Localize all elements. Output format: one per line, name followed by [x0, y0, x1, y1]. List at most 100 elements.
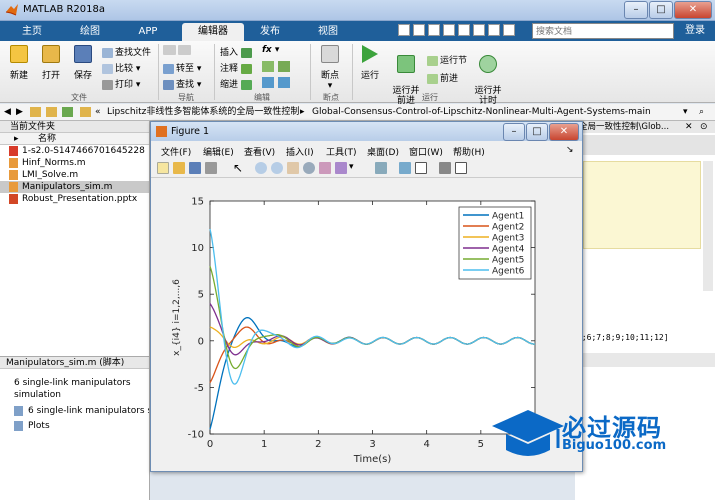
breakpoints-button[interactable]: 断点 ▾: [315, 45, 345, 91]
print-figure-icon[interactable]: [205, 162, 217, 174]
insert-colorbar-icon[interactable]: [399, 162, 411, 174]
path-overflow[interactable]: «: [95, 104, 101, 120]
run-button[interactable]: 运行: [356, 45, 384, 81]
wrap-comment-icon[interactable]: [278, 61, 290, 72]
show-plot-tools-icon[interactable]: [455, 162, 467, 174]
rotate-3d-icon[interactable]: [303, 162, 315, 174]
panel-menu-icon[interactable]: ⊙: [700, 122, 708, 132]
section-breakpoints-label: 断点: [323, 93, 339, 102]
up-folder-icon[interactable]: [30, 107, 41, 117]
dock-arrow-icon[interactable]: ↘: [566, 145, 574, 155]
new-button[interactable]: 新建: [5, 45, 33, 81]
section-item[interactable]: 6 single-link manipulators s: [0, 405, 149, 417]
file-row[interactable]: LMI_Solve.m: [0, 169, 149, 181]
quick-paste-icon[interactable]: [443, 24, 455, 36]
decrease-indent-icon[interactable]: [278, 77, 290, 88]
figure-minimize-button[interactable]: –: [503, 123, 525, 141]
insert-button[interactable]: 插入: [220, 45, 254, 58]
uncomment-icon[interactable]: [262, 61, 274, 72]
quick-copy-icon[interactable]: [428, 24, 440, 36]
file-name: 1-s2.0-S147466701645228: [22, 146, 145, 156]
tab-editor[interactable]: 编辑器: [182, 23, 244, 41]
tab-plots[interactable]: 绘图: [70, 23, 110, 41]
menu-edit[interactable]: 编辑(E): [203, 145, 234, 158]
compare-button[interactable]: 比较 ▾: [102, 61, 140, 74]
legend-label: Agent5: [492, 256, 524, 266]
save-figure-icon[interactable]: [189, 162, 201, 174]
column-header-name[interactable]: ▸ 名称: [0, 133, 149, 145]
chevron-down-icon[interactable]: ▾: [349, 162, 361, 174]
tab-apps[interactable]: APP: [128, 23, 168, 41]
brush-icon[interactable]: [335, 162, 347, 174]
close-button[interactable]: ✕: [674, 1, 712, 19]
chevron-down-icon[interactable]: ▾: [683, 104, 688, 120]
file-row[interactable]: Robust_Presentation.pptx: [0, 193, 149, 205]
search-folder-icon[interactable]: ⌕: [699, 104, 704, 120]
back-arrow-icon[interactable]: ◀: [4, 104, 11, 120]
zoom-in-icon[interactable]: [255, 162, 267, 174]
y-axis-label: x_{i4} i=1,2,...,6: [172, 279, 182, 356]
menu-window[interactable]: 窗口(W): [409, 145, 443, 158]
search-input[interactable]: [532, 23, 674, 39]
tab-publish[interactable]: 发布: [250, 23, 290, 41]
redo-icon[interactable]: [473, 24, 485, 36]
editor-scrollbar[interactable]: [703, 161, 713, 291]
new-figure-icon[interactable]: [157, 162, 169, 174]
login-button[interactable]: 登录: [678, 23, 712, 39]
nav-back-button[interactable]: [163, 45, 193, 56]
maximize-button[interactable]: □: [649, 1, 673, 19]
run-section-button[interactable]: 运行节: [427, 53, 467, 66]
undo-icon[interactable]: [458, 24, 470, 36]
find-button[interactable]: 查找 ▾: [163, 77, 201, 90]
pointer-icon[interactable]: ↖: [233, 162, 245, 174]
file-row[interactable]: Hinf_Norms.m: [0, 157, 149, 169]
increase-indent-icon[interactable]: [262, 77, 274, 88]
open-button[interactable]: 打开: [37, 45, 65, 81]
quick-cut-icon[interactable]: [413, 24, 425, 36]
pan-icon[interactable]: [287, 162, 299, 174]
y-tick-label: -10: [188, 430, 204, 441]
forward-arrow-icon[interactable]: ▶: [16, 104, 23, 120]
legend-label: Agent3: [492, 234, 524, 244]
file-row[interactable]: 1-s2.0-S147466701645228: [0, 145, 149, 157]
insert-function-button[interactable]: fx ▾: [262, 45, 279, 55]
advance-button[interactable]: 前进: [427, 71, 458, 84]
folder-open-icon: [42, 45, 60, 63]
pdf-file-icon: [9, 146, 18, 156]
minimize-button[interactable]: –: [624, 1, 648, 19]
panel-close-icon[interactable]: ✕: [685, 122, 693, 132]
open-file-icon[interactable]: [173, 162, 185, 174]
indent-button[interactable]: 缩进: [220, 77, 254, 90]
quick-save-icon[interactable]: [398, 24, 410, 36]
zoom-out-icon[interactable]: [271, 162, 283, 174]
menu-view[interactable]: 查看(V): [244, 145, 275, 158]
section-item[interactable]: Plots: [0, 420, 149, 432]
data-cursor-icon[interactable]: [319, 162, 331, 174]
file-row-selected[interactable]: Manipulators_sim.m: [0, 181, 149, 193]
help-icon[interactable]: [503, 24, 515, 36]
print-button[interactable]: 打印 ▾: [102, 77, 140, 90]
folder-icon: [80, 107, 91, 117]
menu-desktop[interactable]: 桌面(D): [367, 145, 399, 158]
folder-action-icon[interactable]: [62, 107, 73, 117]
col-name-label: 名称: [38, 134, 57, 144]
save-button[interactable]: 保存: [69, 45, 97, 81]
browse-folder-icon[interactable]: [46, 107, 57, 117]
insert-legend-icon[interactable]: [415, 162, 427, 174]
tab-home[interactable]: 主页: [12, 23, 52, 41]
path-segment[interactable]: Global-Consensus-Control-of-Lipschitz-No…: [312, 104, 651, 120]
path-segment[interactable]: Lipschitz非线性多智能体系统的全局一致性控制: [107, 104, 299, 120]
link-plot-icon[interactable]: [375, 162, 387, 174]
tab-view[interactable]: 视图: [308, 23, 348, 41]
menu-insert[interactable]: 插入(I): [286, 145, 314, 158]
hide-plot-tools-icon[interactable]: [439, 162, 451, 174]
menu-tools[interactable]: 工具(T): [326, 145, 357, 158]
switch-windows-icon[interactable]: [488, 24, 500, 36]
figure-maximize-button[interactable]: □: [526, 123, 548, 141]
menu-file[interactable]: 文件(F): [161, 145, 191, 158]
figure-close-button[interactable]: ✕: [549, 123, 579, 141]
menu-help[interactable]: 帮助(H): [453, 145, 485, 158]
find-files-button[interactable]: 查找文件: [102, 45, 151, 58]
comment-button[interactable]: 注释: [220, 61, 254, 74]
goto-button[interactable]: 转至 ▾: [163, 61, 201, 74]
